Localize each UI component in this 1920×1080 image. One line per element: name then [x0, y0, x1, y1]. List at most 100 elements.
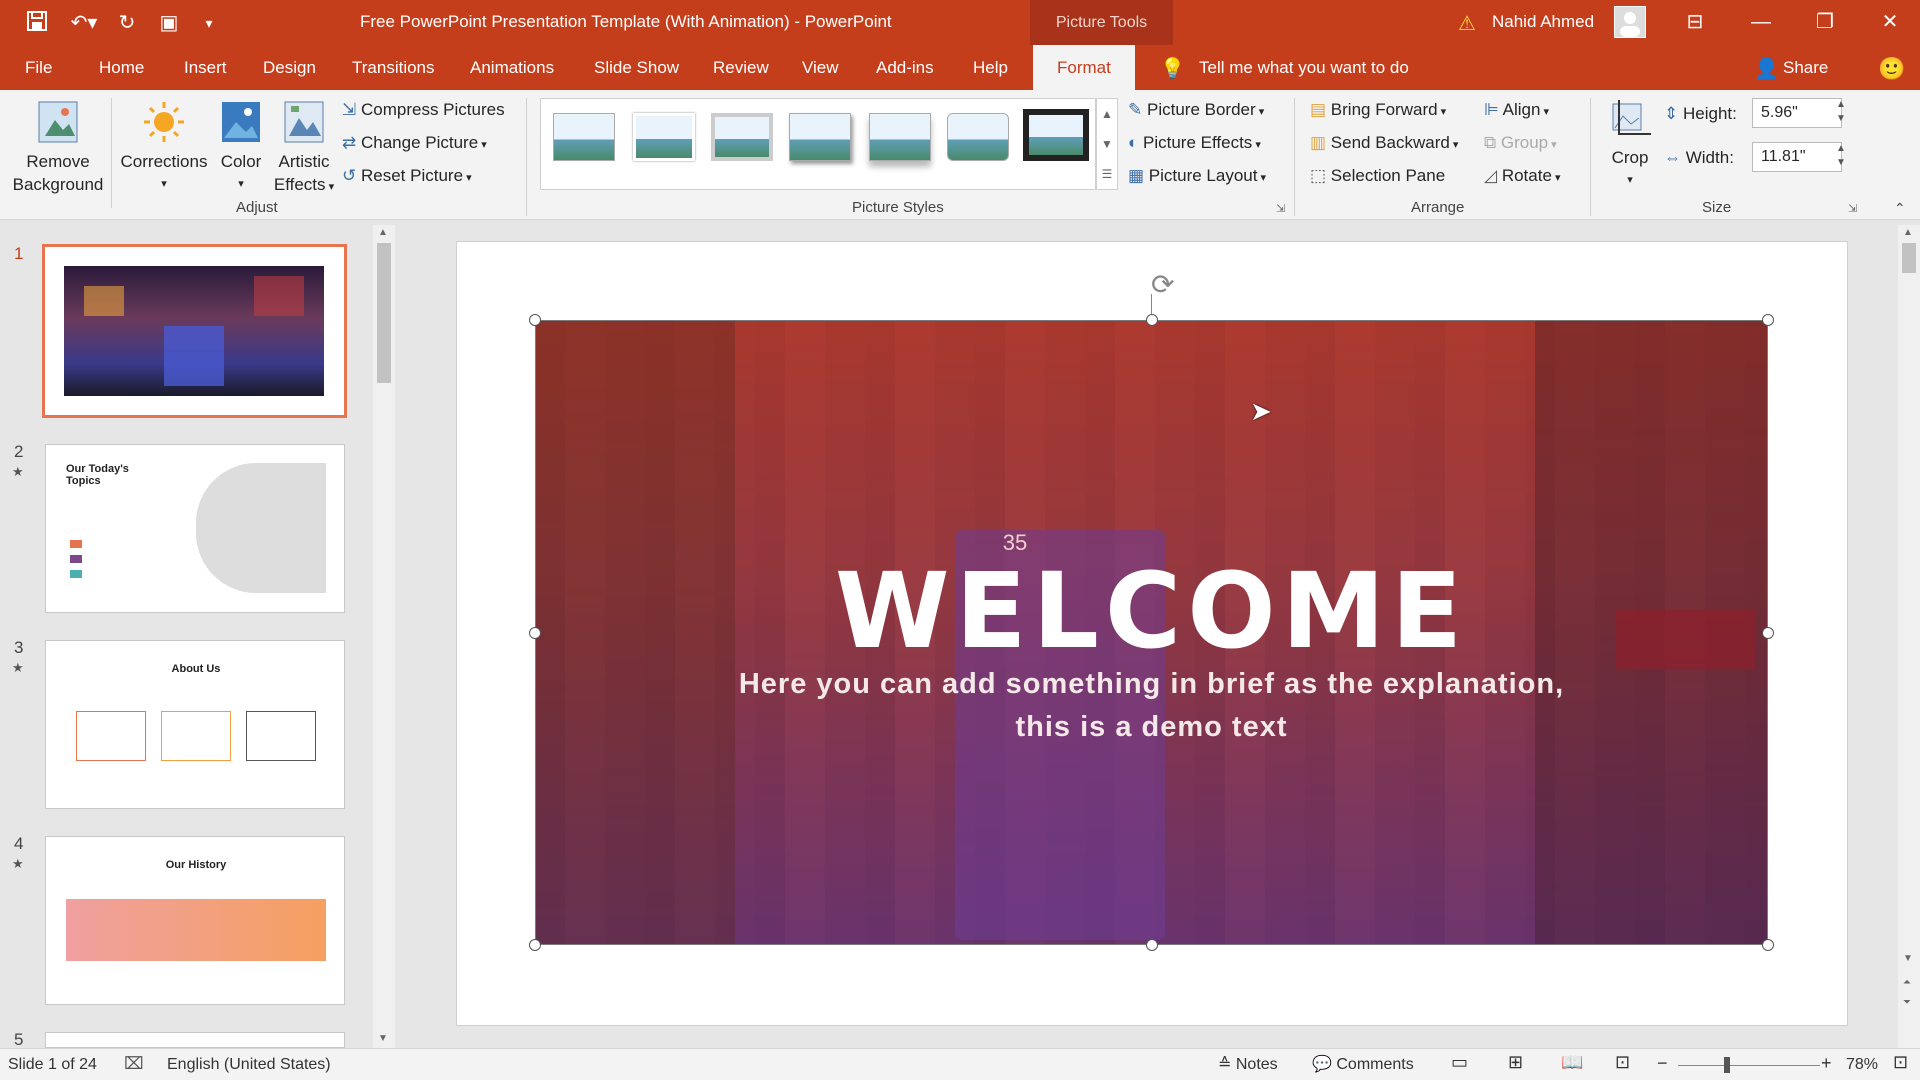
resize-handle-ne[interactable]	[1762, 314, 1774, 326]
resize-handle-w[interactable]	[529, 627, 541, 639]
align-button[interactable]: ⊫ Align ▾	[1484, 100, 1549, 120]
avatar[interactable]	[1614, 6, 1646, 38]
style-reflected[interactable]	[869, 113, 931, 161]
tab-insert[interactable]: Insert	[184, 45, 227, 90]
tab-home[interactable]: Home	[99, 45, 144, 90]
dialog-launcher-icon[interactable]: ⇲	[1848, 202, 1857, 215]
close-icon[interactable]: ✕	[1860, 0, 1920, 45]
corrections-button[interactable]: Corrections ▾	[118, 100, 210, 196]
tab-help[interactable]: Help	[973, 45, 1008, 90]
picture-border-button[interactable]: ✎ Picture Border ▾	[1128, 100, 1264, 120]
color-button[interactable]: Color ▾	[214, 100, 268, 196]
change-picture-button[interactable]: ⇄ Change Picture ▾	[342, 133, 487, 153]
restore-icon[interactable]: ❐	[1795, 0, 1855, 45]
fit-to-window-icon[interactable]: ⊡	[1893, 1052, 1908, 1073]
style-simple-frame[interactable]	[553, 113, 615, 161]
scroll-down-icon[interactable]: ▼	[1903, 953, 1913, 964]
height-stepper[interactable]: ▲ ▼	[1836, 98, 1846, 126]
spell-check-icon[interactable]: ⌧	[124, 1054, 144, 1074]
collapse-ribbon-icon[interactable]: ⌃	[1894, 200, 1906, 217]
resize-handle-sw[interactable]	[529, 939, 541, 951]
scroll-up-icon[interactable]: ▲	[378, 227, 388, 238]
editor-scrollbar[interactable]: ▲ ▼ ⏶ ⏷	[1898, 225, 1920, 1048]
slide-thumbnail-3[interactable]: About Us	[45, 640, 345, 809]
ribbon-display-options-icon[interactable]: ⊟	[1665, 0, 1725, 45]
scroll-thumb[interactable]	[377, 243, 391, 383]
tab-format[interactable]: Format	[1033, 45, 1135, 90]
crop-button[interactable]: Crop ▾	[1602, 100, 1658, 192]
slide-thumbnail-4[interactable]: Our History	[45, 836, 345, 1005]
reading-view-icon[interactable]: 📖	[1561, 1052, 1583, 1073]
zoom-in-icon[interactable]: +	[1821, 1053, 1832, 1074]
tab-slide-show[interactable]: Slide Show	[594, 45, 679, 90]
style-soft-edge[interactable]	[947, 113, 1009, 161]
tab-animations[interactable]: Animations	[470, 45, 554, 90]
group-button[interactable]: ⧉ Group ▾	[1484, 133, 1557, 153]
normal-view-icon[interactable]: ▭	[1451, 1052, 1468, 1073]
zoom-level[interactable]: 78%	[1846, 1056, 1878, 1074]
compress-pictures-button[interactable]: ⇲ Compress Pictures	[342, 100, 505, 120]
user-name[interactable]: Nahid Ahmed	[1492, 12, 1594, 32]
language-indicator[interactable]: English (United States)	[167, 1056, 331, 1074]
minimize-icon[interactable]: —	[1731, 0, 1791, 45]
style-white-frame[interactable]	[633, 113, 695, 161]
width-field[interactable]: 11.81"	[1752, 142, 1842, 172]
picture-effects-button[interactable]: ◐ Picture Effects ▾	[1128, 133, 1261, 153]
notes-button[interactable]: ≙ Notes	[1218, 1054, 1278, 1074]
gallery-scroll[interactable]: ▲ ▼ ☰	[1096, 98, 1118, 190]
rotation-handle-icon[interactable]: ⟳	[1151, 268, 1174, 301]
gallery-more-icon[interactable]: ☰	[1097, 159, 1117, 189]
tab-view[interactable]: View	[802, 45, 839, 90]
tab-design[interactable]: Design	[263, 45, 316, 90]
next-slide-icon[interactable]: ⏷	[1903, 997, 1911, 1008]
undo-icon[interactable]: ↶▾	[66, 10, 102, 36]
previous-slide-icon[interactable]: ⏶	[1903, 977, 1911, 988]
remove-background-button[interactable]: Remove Background	[8, 100, 108, 196]
warning-icon[interactable]: ⚠	[1458, 11, 1476, 36]
resize-handle-s[interactable]	[1146, 939, 1158, 951]
slide-thumbnail-2[interactable]: Our Today's Topics	[45, 444, 345, 613]
feedback-smiley-icon[interactable]: 🙂	[1878, 56, 1905, 82]
resize-handle-nw[interactable]	[529, 314, 541, 326]
slide-thumbnail-1[interactable]	[42, 244, 347, 418]
slideshow-view-icon[interactable]: ⊡	[1615, 1052, 1630, 1073]
redo-icon[interactable]: ↻	[114, 10, 140, 36]
slide-subtext-2[interactable]: this is a demo text	[535, 711, 1768, 744]
slide-thumbnail-5[interactable]	[45, 1032, 345, 1048]
style-metal-frame[interactable]	[711, 113, 773, 161]
artistic-effects-button[interactable]: Artistic Effects ▾	[272, 100, 336, 199]
scroll-up-icon[interactable]: ▲	[1903, 227, 1913, 238]
width-stepper[interactable]: ▲ ▼	[1836, 142, 1846, 170]
send-backward-button[interactable]: ▥ Send Backward ▾	[1310, 133, 1458, 153]
slide-subtext-1[interactable]: Here you can add something in brief as t…	[535, 668, 1768, 701]
resize-handle-n[interactable]	[1146, 314, 1158, 326]
slide-heading[interactable]: WELCOME	[535, 550, 1768, 672]
dialog-launcher-icon[interactable]: ⇲	[1276, 202, 1285, 215]
gallery-up-icon[interactable]: ▲	[1097, 99, 1117, 129]
scroll-thumb[interactable]	[1902, 243, 1916, 273]
rotate-button[interactable]: ◿ Rotate ▾	[1484, 166, 1560, 186]
thumbnail-scrollbar[interactable]: ▲ ▼	[373, 225, 395, 1048]
picture-layout-button[interactable]: ▦ Picture Layout ▾	[1128, 166, 1266, 186]
zoom-slider-thumb[interactable]	[1724, 1057, 1730, 1073]
resize-handle-e[interactable]	[1762, 627, 1774, 639]
tab-file[interactable]: File	[25, 45, 52, 90]
selected-picture[interactable]: 35 WELCOME Here you can add something in…	[535, 320, 1768, 945]
reset-picture-button[interactable]: ↺ Reset Picture ▾	[342, 166, 472, 186]
tab-review[interactable]: Review	[713, 45, 769, 90]
height-field[interactable]: 5.96"	[1752, 98, 1842, 128]
slide-sorter-view-icon[interactable]: ⊞	[1508, 1052, 1523, 1073]
selection-pane-button[interactable]: ⬚ Selection Pane	[1310, 166, 1445, 186]
tab-transitions[interactable]: Transitions	[352, 45, 435, 90]
tab-add-ins[interactable]: Add-ins	[876, 45, 934, 90]
share-button[interactable]: Share	[1783, 45, 1828, 90]
resize-handle-se[interactable]	[1762, 939, 1774, 951]
customize-quick-access-icon[interactable]: ▾	[196, 10, 222, 36]
bring-forward-button[interactable]: ▤ Bring Forward ▾	[1310, 100, 1446, 120]
save-icon[interactable]	[24, 10, 50, 36]
start-from-beginning-icon[interactable]: ▣	[156, 10, 182, 36]
comments-button[interactable]: 💬 Comments	[1312, 1054, 1414, 1074]
style-thick-black-frame[interactable]	[1023, 109, 1089, 161]
gallery-down-icon[interactable]: ▼	[1097, 129, 1117, 159]
zoom-slider-track[interactable]	[1678, 1065, 1820, 1066]
